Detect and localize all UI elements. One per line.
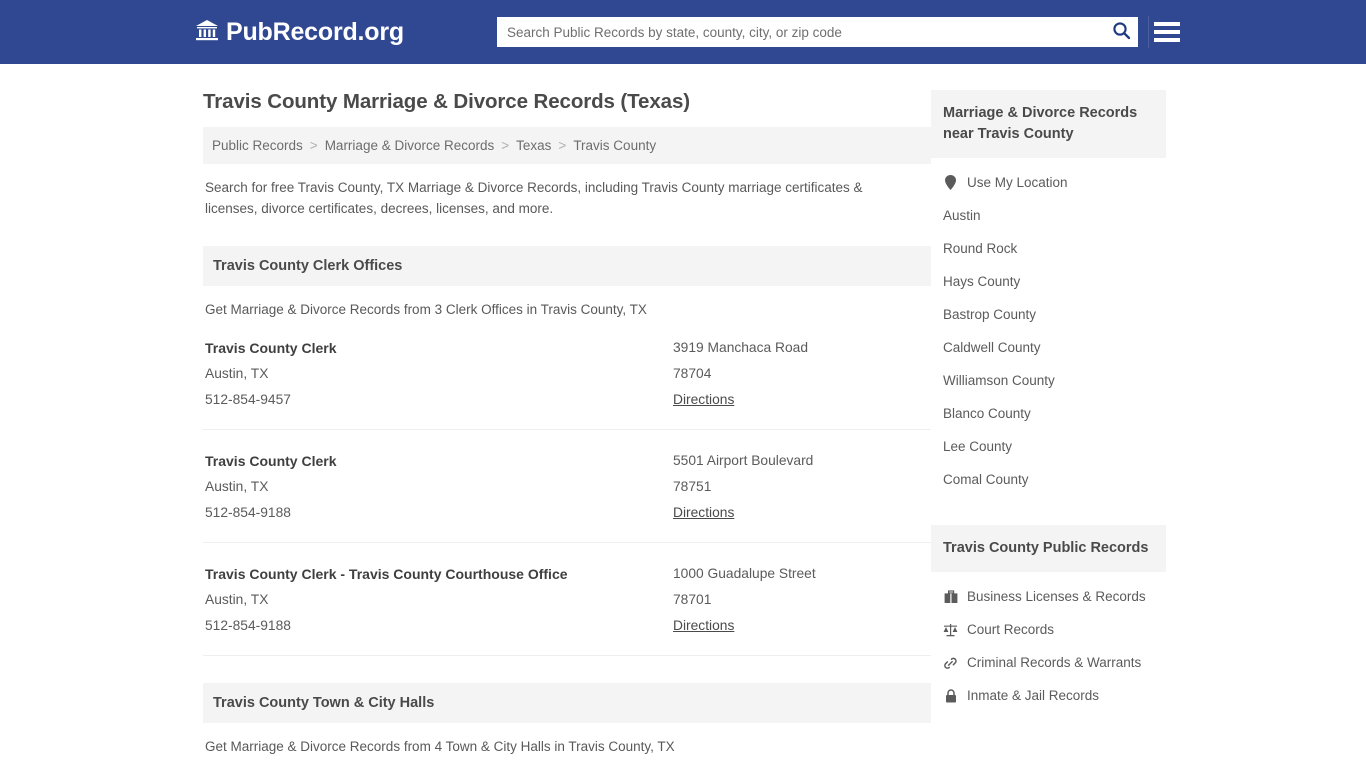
office-street: 5501 Airport Boulevard bbox=[673, 453, 814, 468]
table-row: Travis County Clerk - Travis County Cour… bbox=[203, 543, 931, 656]
section-subtitle-town-city-halls: Get Marriage & Divorce Records from 4 To… bbox=[205, 739, 675, 754]
sidebar-item-label: Williamson County bbox=[943, 373, 1055, 388]
sidebar-item-round-rock[interactable]: Round Rock bbox=[931, 232, 1166, 265]
sidebar-public-records-list: Business Licenses & Records Court Record… bbox=[931, 572, 1166, 712]
main-content: Travis County Marriage & Divorce Records… bbox=[203, 64, 931, 768]
sidebar-item-use-my-location[interactable]: Use My Location bbox=[931, 166, 1166, 199]
sidebar-heading-public-records: Travis County Public Records bbox=[931, 525, 1166, 572]
site-logo[interactable]: PubRecord.org bbox=[195, 18, 404, 47]
breadcrumb-item-public-records[interactable]: Public Records bbox=[212, 138, 303, 153]
menu-bar-middle bbox=[1153, 30, 1180, 34]
section-subtitle-clerk-offices: Get Marriage & Divorce Records from 3 Cl… bbox=[205, 302, 647, 317]
sidebar-item-label: Business Licenses & Records bbox=[967, 589, 1146, 604]
page-body: Travis County Marriage & Divorce Records… bbox=[0, 64, 1366, 768]
search-bar bbox=[497, 17, 1138, 47]
sidebar-item-label: Bastrop County bbox=[943, 307, 1037, 322]
sidebar-item-business-licenses[interactable]: Business Licenses & Records bbox=[931, 580, 1166, 613]
sidebar-item-lee-county[interactable]: Lee County bbox=[931, 430, 1166, 463]
sidebar-item-austin[interactable]: Austin bbox=[931, 199, 1166, 232]
hamburger-menu-icon[interactable] bbox=[1148, 16, 1180, 48]
office-name: Travis County Clerk bbox=[205, 340, 337, 356]
sidebar-item-label: Caldwell County bbox=[943, 340, 1041, 355]
bank-building-icon bbox=[195, 19, 219, 46]
section-heading-clerk-offices: Travis County Clerk Offices bbox=[203, 246, 931, 286]
sidebar-heading-nearby: Marriage & Divorce Records near Travis C… bbox=[931, 90, 1166, 158]
office-address: 5501 Airport Boulevard 78751 Directions bbox=[673, 448, 929, 526]
table-row: Travis County Clerk Austin, TX 512-854-9… bbox=[203, 317, 931, 430]
lock-icon bbox=[943, 688, 958, 703]
breadcrumb-item-marriage-divorce-records[interactable]: Marriage & Divorce Records bbox=[325, 138, 495, 153]
office-details: Travis County Clerk Austin, TX 512-854-9… bbox=[205, 335, 673, 413]
office-details: Travis County Clerk Austin, TX 512-854-9… bbox=[205, 448, 673, 526]
breadcrumb-separator: > bbox=[558, 138, 567, 153]
sidebar-item-comal-county[interactable]: Comal County bbox=[931, 463, 1166, 496]
sidebar-item-williamson-county[interactable]: Williamson County bbox=[931, 364, 1166, 397]
table-row: Travis County Clerk Austin, TX 512-854-9… bbox=[203, 430, 931, 543]
sidebar-item-court-records[interactable]: Court Records bbox=[931, 613, 1166, 646]
sidebar-item-label: Round Rock bbox=[943, 241, 1018, 256]
office-city-state: Austin, TX bbox=[205, 592, 269, 607]
site-header: PubRecord.org bbox=[0, 0, 1366, 64]
table-row: Manor City Hall Manor, TX 512-272-5555 2… bbox=[203, 754, 931, 768]
office-phone: 512-854-9457 bbox=[205, 392, 291, 407]
breadcrumb-separator: > bbox=[309, 138, 318, 153]
sidebar-item-label: Court Records bbox=[967, 622, 1055, 637]
office-street: 3919 Manchaca Road bbox=[673, 340, 808, 355]
map-pin-icon bbox=[943, 175, 958, 190]
menu-bar-top bbox=[1153, 22, 1180, 26]
office-address: 1000 Guadalupe Street 78701 Directions bbox=[673, 561, 929, 639]
sidebar-item-label: Blanco County bbox=[943, 406, 1031, 421]
sidebar-item-label: Austin bbox=[943, 208, 981, 223]
scales-of-justice-icon bbox=[943, 623, 958, 637]
office-address: 3919 Manchaca Road 78704 Directions bbox=[673, 335, 929, 413]
sidebar-item-label: Use My Location bbox=[967, 175, 1068, 190]
office-city-state: Austin, TX bbox=[205, 479, 269, 494]
search-button[interactable] bbox=[1104, 17, 1138, 47]
office-phone: 512-854-9188 bbox=[205, 618, 291, 633]
sidebar-item-caldwell-county[interactable]: Caldwell County bbox=[931, 331, 1166, 364]
sidebar-item-bastrop-county[interactable]: Bastrop County bbox=[931, 298, 1166, 331]
sidebar-item-hays-county[interactable]: Hays County bbox=[931, 265, 1166, 298]
breadcrumb-item-travis-county: Travis County bbox=[573, 138, 657, 153]
page-title: Travis County Marriage & Divorce Records… bbox=[203, 90, 690, 113]
search-icon bbox=[1112, 21, 1131, 43]
office-city-state: Austin, TX bbox=[205, 366, 269, 381]
sidebar: Marriage & Divorce Records near Travis C… bbox=[931, 64, 1166, 768]
office-details: Travis County Clerk - Travis County Cour… bbox=[205, 561, 673, 639]
sidebar-item-label: Hays County bbox=[943, 274, 1021, 289]
office-name: Travis County Clerk bbox=[205, 453, 337, 469]
breadcrumb-separator: > bbox=[501, 138, 510, 153]
sidebar-item-label: Comal County bbox=[943, 472, 1029, 487]
directions-link[interactable]: Directions bbox=[673, 613, 734, 639]
sidebar-item-blanco-county[interactable]: Blanco County bbox=[931, 397, 1166, 430]
office-zip: 78751 bbox=[673, 479, 712, 494]
section-heading-town-city-halls: Travis County Town & City Halls bbox=[203, 683, 931, 723]
sidebar-item-label: Criminal Records & Warrants bbox=[967, 655, 1142, 670]
office-phone: 512-854-9188 bbox=[205, 505, 291, 520]
page-intro: Search for free Travis County, TX Marria… bbox=[205, 180, 863, 216]
chain-link-icon bbox=[943, 656, 958, 670]
menu-bar-bottom bbox=[1153, 38, 1180, 42]
briefcase-icon bbox=[943, 589, 958, 604]
office-street: 1000 Guadalupe Street bbox=[673, 566, 816, 581]
sidebar-item-label: Inmate & Jail Records bbox=[967, 688, 1100, 703]
office-zip: 78701 bbox=[673, 592, 712, 607]
sidebar-item-inmate-jail-records[interactable]: Inmate & Jail Records bbox=[931, 679, 1166, 712]
search-input[interactable] bbox=[497, 17, 1104, 47]
sidebar-item-label: Lee County bbox=[943, 439, 1013, 454]
directions-link[interactable]: Directions bbox=[673, 387, 734, 413]
brand-name: PubRecord.org bbox=[226, 17, 404, 46]
breadcrumb-item-texas[interactable]: Texas bbox=[516, 138, 551, 153]
breadcrumb: Public Records > Marriage & Divorce Reco… bbox=[203, 127, 931, 164]
office-name: Travis County Clerk - Travis County Cour… bbox=[205, 566, 568, 582]
office-zip: 78704 bbox=[673, 366, 712, 381]
sidebar-nearby-list: Use My Location Austin Round Rock Hays C… bbox=[931, 158, 1166, 496]
directions-link[interactable]: Directions bbox=[673, 500, 734, 526]
sidebar-item-criminal-records[interactable]: Criminal Records & Warrants bbox=[931, 646, 1166, 679]
